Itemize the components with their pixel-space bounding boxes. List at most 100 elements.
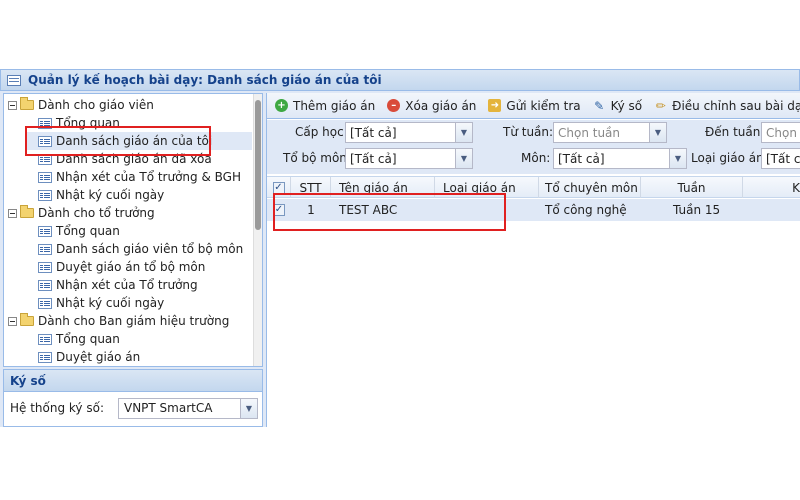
chevron-down-icon[interactable]: ▼ xyxy=(649,123,666,142)
tree-item-label: Nhật ký cuối ngày xyxy=(56,296,165,310)
tree-group-label: Dành cho tổ trưởng xyxy=(38,206,155,220)
adjust-after-lesson-label: Điều chỉnh sau bài dạy xyxy=(672,98,800,113)
subject-label: Môn: xyxy=(521,151,551,165)
from-week-select[interactable]: Chọn tuần ▼ xyxy=(553,122,667,143)
send-icon: ➜ xyxy=(488,99,502,112)
tree-item-teacher-list[interactable]: Danh sách giáo viên tổ bộ môn xyxy=(38,240,243,258)
list-icon xyxy=(38,243,52,255)
tree-item-label: Tổng quan xyxy=(56,332,120,346)
plan-type-label: Loại giáo án: xyxy=(691,151,768,165)
signing-system-select[interactable]: VNPT SmartCA ▼ xyxy=(117,397,258,419)
tree-item-label: Danh sách giáo án của tôi xyxy=(56,134,213,148)
tree-group-board[interactable]: Dành cho Ban giám hiệu trường xyxy=(8,312,229,330)
collapse-icon[interactable] xyxy=(8,316,17,326)
column-header-stt[interactable]: STT xyxy=(291,177,331,198)
grid-header: ✓ STT Tên giáo án Loại giáo án Tổ chuyên… xyxy=(267,176,800,198)
add-lesson-plan-label: Thêm giáo án xyxy=(293,98,376,113)
digital-sign-button[interactable]: ✎ Ký số xyxy=(593,99,642,113)
tree-item-label: Duyệt giáo án xyxy=(56,350,141,364)
list-icon xyxy=(38,153,52,165)
add-lesson-plan-button[interactable]: + Thêm giáo án xyxy=(275,99,375,113)
subject-value: [Tất cả] xyxy=(558,151,605,166)
list-icon xyxy=(38,135,52,147)
tree-item-label: Danh sách giáo án đã xóa xyxy=(56,152,212,166)
tree-item-label: Tổng quan xyxy=(56,224,120,238)
folder-icon xyxy=(20,313,34,326)
delete-lesson-plan-label: Xóa giáo án xyxy=(405,98,477,113)
tree-item-head-overview[interactable]: Tổng quan xyxy=(38,222,120,240)
column-header-more[interactable]: Khố xyxy=(743,177,800,198)
signing-system-value: VNPT SmartCA xyxy=(123,401,213,415)
tree-item-deleted-lesson-plans[interactable]: Danh sách giáo án đã xóa xyxy=(38,150,212,168)
tree-item-approve-dept[interactable]: Duyệt giáo án tổ bộ môn xyxy=(38,258,205,276)
department-value: [Tất cả] xyxy=(350,151,397,166)
tree-item-head-journal[interactable]: Nhật ký cuối ngày xyxy=(38,294,164,312)
column-header-type[interactable]: Loại giáo án xyxy=(435,177,539,198)
row-type xyxy=(443,199,539,221)
row-name: TEST ABC xyxy=(339,203,398,217)
list-icon xyxy=(38,261,52,273)
title-bar: Quản lý kế hoạch bài dạy: Danh sách giáo… xyxy=(0,69,800,91)
signing-panel-header: Ký số xyxy=(4,370,262,392)
delete-lesson-plan-button[interactable]: – Xóa giáo án xyxy=(387,99,476,113)
list-icon xyxy=(38,117,52,129)
list-icon xyxy=(38,225,52,237)
tree-item-head-review[interactable]: Nhận xét của Tổ trưởng xyxy=(38,276,198,294)
collapse-icon[interactable] xyxy=(8,208,17,218)
send-review-label: Gửi kiểm tra xyxy=(506,98,581,113)
collapse-icon[interactable] xyxy=(8,100,17,110)
plus-icon: + xyxy=(275,99,288,112)
tree-item-label: Nhật ký cuối ngày xyxy=(56,188,165,202)
list-icon xyxy=(38,297,52,309)
select-all-cell: ✓ xyxy=(267,177,291,198)
pencil-icon: ✏ xyxy=(655,98,666,113)
scrollbar-thumb[interactable] xyxy=(255,100,261,230)
tree-item-board-approve[interactable]: Duyệt giáo án xyxy=(38,348,140,366)
minus-icon: – xyxy=(387,99,401,112)
tree-item-my-lesson-plans[interactable]: Danh sách giáo án của tôi xyxy=(26,132,252,150)
plan-type-value: [Tất cả xyxy=(766,151,800,166)
folder-icon xyxy=(20,205,34,218)
list-icon xyxy=(38,189,52,201)
send-review-button[interactable]: ➜ Gửi kiểm tra xyxy=(488,98,581,113)
row-department: Tổ công nghệ xyxy=(545,203,627,217)
table-row[interactable]: ✓ 1 TEST ABC Tổ công nghệ Tuần 15 xyxy=(267,199,800,221)
column-header-name[interactable]: Tên giáo án xyxy=(331,177,435,198)
select-all-checkbox[interactable]: ✓ xyxy=(272,181,285,194)
tree-item-label: Nhận xét của Tổ trưởng xyxy=(56,278,198,292)
chevron-down-icon[interactable]: ▼ xyxy=(669,149,686,168)
level-value: [Tất cả] xyxy=(350,125,397,140)
tree-item-teacher-overview[interactable]: Tổng quan xyxy=(38,114,120,132)
chevron-down-icon[interactable]: ▼ xyxy=(455,123,472,142)
tree-item-head-comments[interactable]: Nhận xét của Tổ trưởng & BGH xyxy=(38,168,241,186)
tree-item-label: Tổng quan xyxy=(56,116,120,130)
column-header-department[interactable]: Tổ chuyên môn xyxy=(539,177,641,198)
subject-select[interactable]: [Tất cả] ▼ xyxy=(553,148,687,169)
tree-group-head[interactable]: Dành cho tổ trưởng xyxy=(8,204,155,222)
row-checkbox[interactable]: ✓ xyxy=(273,204,285,216)
tree-group-teacher[interactable]: Dành cho giáo viên xyxy=(8,96,154,114)
tree-group-label: Dành cho Ban giám hiệu trường xyxy=(38,314,230,328)
plan-type-select[interactable]: [Tất cả xyxy=(761,148,800,169)
tree-scrollbar[interactable] xyxy=(253,94,262,366)
chevron-down-icon[interactable]: ▼ xyxy=(239,398,257,418)
filter-area: Cấp học: [Tất cả] ▼ Từ tuần: Chọn tuần ▼… xyxy=(267,120,800,174)
tree-item-daily-journal[interactable]: Nhật ký cuối ngày xyxy=(38,186,164,204)
adjust-after-lesson-button[interactable]: ✏ Điều chỉnh sau bài dạy xyxy=(654,99,800,113)
column-header-week[interactable]: Tuần xyxy=(641,177,743,198)
chevron-down-icon[interactable]: ▼ xyxy=(455,149,472,168)
level-select[interactable]: [Tất cả] ▼ xyxy=(345,122,473,143)
row-stt: 1 xyxy=(307,203,315,217)
app-window: Quản lý kế hoạch bài dạy: Danh sách giáo… xyxy=(0,69,800,427)
window-icon xyxy=(7,74,21,86)
from-week-placeholder: Chọn tuần xyxy=(558,125,621,140)
to-week-select[interactable]: Chọn t xyxy=(761,122,800,143)
navigation-tree: Dành cho giáo viên Tổng quan Danh sách g… xyxy=(3,93,263,367)
tree-group-label: Dành cho giáo viên xyxy=(38,98,154,112)
tree-item-label: Danh sách giáo viên tổ bộ môn xyxy=(56,242,244,256)
department-select[interactable]: [Tất cả] ▼ xyxy=(345,148,473,169)
folder-icon xyxy=(20,97,34,110)
signing-panel: Ký số Hệ thống ký số: VNPT SmartCA ▼ xyxy=(3,369,263,427)
tree-item-board-overview[interactable]: Tổng quan xyxy=(38,330,120,348)
signing-system-label: Hệ thống ký số: xyxy=(10,401,104,415)
